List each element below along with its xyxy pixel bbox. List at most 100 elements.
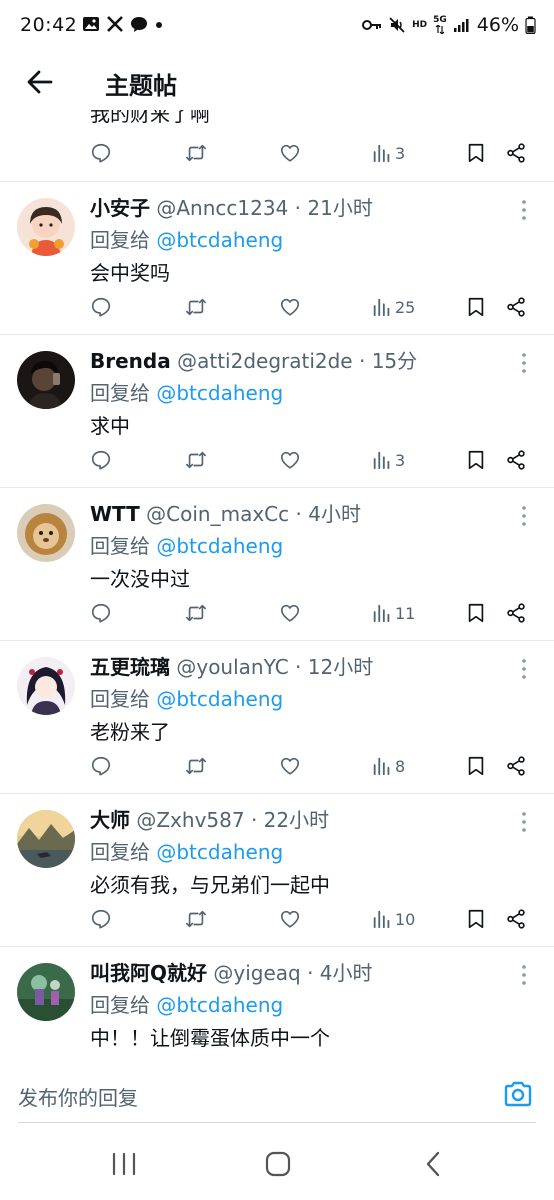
reply-item[interactable]: 五更琉璃 @youlanYC · 12小时 回复给 @btcdaheng 老粉来… — [0, 641, 554, 794]
partial-reply-text: 我的财来了啊 — [90, 110, 210, 126]
camera-button[interactable] — [502, 1078, 534, 1110]
reply-button[interactable] — [90, 294, 112, 320]
reply-item[interactable]: 叫我阿Q就好 @yigeaq · 4小时 回复给 @btcdaheng 中！！让… — [0, 947, 554, 1060]
author-handle[interactable]: @Anncc1234 — [156, 196, 288, 220]
bookmark-icon — [468, 756, 484, 776]
retweet-button[interactable] — [185, 447, 207, 473]
author-name[interactable]: 小安子 — [90, 196, 150, 220]
author-name[interactable]: 五更琉璃 — [90, 655, 170, 679]
reply-feed[interactable]: 我的财来了啊 3 小安子 @Anncc1234 · 21小时 回复给 @btcd… — [0, 110, 554, 1060]
avatar[interactable] — [17, 810, 75, 868]
views-button[interactable]: 3 — [371, 447, 405, 473]
recents-button[interactable] — [104, 1147, 144, 1181]
avatar[interactable] — [17, 504, 75, 562]
reply-button[interactable] — [90, 140, 112, 166]
reply-item[interactable]: WTT @Coin_maxCc · 4小时 回复给 @btcdaheng 一次没… — [0, 488, 554, 641]
reply-icon — [91, 143, 111, 163]
recents-icon — [112, 1152, 136, 1176]
author-handle[interactable]: @Coin_maxCc — [146, 502, 289, 526]
mention-link[interactable]: @btcdaheng — [156, 534, 283, 558]
key-icon — [362, 20, 382, 30]
reply-input[interactable]: 发布你的回复 — [18, 1082, 138, 1111]
more-options-button[interactable] — [516, 657, 532, 681]
share-button[interactable] — [505, 906, 527, 932]
author-name[interactable]: WTT — [90, 502, 140, 526]
more-options-button[interactable] — [516, 351, 532, 375]
reply-text: 老粉来了 — [90, 720, 170, 744]
retweet-button[interactable] — [185, 294, 207, 320]
author-handle[interactable]: @youlanYC — [176, 655, 288, 679]
reply-item[interactable]: Brenda @atti2degrati2de · 15分 回复给 @btcda… — [0, 335, 554, 488]
views-count: 10 — [395, 909, 416, 929]
like-button[interactable] — [279, 906, 301, 932]
post-time: 4小时 — [308, 502, 361, 526]
avatar[interactable] — [17, 351, 75, 409]
more-options-button[interactable] — [516, 810, 532, 834]
mention-link[interactable]: @btcdaheng — [156, 687, 283, 711]
share-button[interactable] — [505, 447, 527, 473]
avatar[interactable] — [17, 198, 75, 256]
system-nav-bar — [0, 1125, 554, 1200]
views-icon — [373, 910, 390, 929]
views-count: 3 — [395, 143, 406, 163]
bookmark-button[interactable] — [465, 753, 487, 779]
back-button[interactable] — [22, 64, 58, 100]
views-button[interactable]: 3 — [371, 140, 405, 166]
home-button[interactable] — [258, 1147, 298, 1181]
back-nav-button[interactable] — [414, 1147, 454, 1181]
reply-header: WTT @Coin_maxCc · 4小时 — [90, 498, 361, 527]
reply-button[interactable] — [90, 447, 112, 473]
reply-header: 小安子 @Anncc1234 · 21小时 — [90, 192, 373, 221]
mention-link[interactable]: @btcdaheng — [156, 228, 283, 252]
avatar-image — [17, 504, 75, 562]
top-app-bar: 主题帖 — [0, 54, 554, 110]
reply-header: 五更琉璃 @youlanYC · 12小时 — [90, 651, 373, 680]
like-button[interactable] — [279, 753, 301, 779]
bookmark-button[interactable] — [465, 600, 487, 626]
author-handle[interactable]: @yigeaq — [213, 961, 300, 985]
reply-button[interactable] — [90, 600, 112, 626]
more-options-button[interactable] — [516, 198, 532, 222]
views-button[interactable]: 8 — [371, 753, 405, 779]
bookmark-button[interactable] — [465, 294, 487, 320]
post-time: 21小时 — [307, 196, 373, 220]
reply-button[interactable] — [90, 906, 112, 932]
mention-link[interactable]: @btcdaheng — [156, 381, 283, 405]
mention-link[interactable]: @btcdaheng — [156, 993, 283, 1017]
author-name[interactable]: Brenda — [90, 349, 171, 373]
reply-item[interactable]: 大师 @Zxhv587 · 22小时 回复给 @btcdaheng 必须有我，与… — [0, 794, 554, 947]
like-button[interactable] — [279, 140, 301, 166]
retweet-button[interactable] — [185, 140, 207, 166]
home-icon — [265, 1151, 291, 1177]
author-name[interactable]: 叫我阿Q就好 — [90, 961, 207, 985]
retweet-button[interactable] — [185, 906, 207, 932]
avatar[interactable] — [17, 657, 75, 715]
avatar-image — [17, 198, 75, 256]
views-button[interactable]: 11 — [371, 600, 415, 626]
retweet-button[interactable] — [185, 753, 207, 779]
retweet-button[interactable] — [185, 600, 207, 626]
share-button[interactable] — [505, 294, 527, 320]
like-button[interactable] — [279, 294, 301, 320]
avatar[interactable] — [17, 963, 75, 1021]
more-options-button[interactable] — [516, 504, 532, 528]
author-handle[interactable]: @Zxhv587 — [136, 808, 244, 832]
mention-link[interactable]: @btcdaheng — [156, 840, 283, 864]
like-button[interactable] — [279, 447, 301, 473]
bookmark-button[interactable] — [465, 447, 487, 473]
views-button[interactable]: 25 — [371, 294, 415, 320]
share-button[interactable] — [505, 600, 527, 626]
bookmark-button[interactable] — [465, 140, 487, 166]
author-handle[interactable]: @atti2degrati2de — [177, 349, 353, 373]
separator-dot: · — [250, 808, 258, 832]
bookmark-button[interactable] — [465, 906, 487, 932]
like-button[interactable] — [279, 600, 301, 626]
reply-button[interactable] — [90, 753, 112, 779]
views-button[interactable]: 10 — [371, 906, 415, 932]
reply-item[interactable]: 小安子 @Anncc1234 · 21小时 回复给 @btcdaheng 会中奖… — [0, 182, 554, 335]
author-name[interactable]: 大师 — [90, 808, 130, 832]
share-button[interactable] — [505, 753, 527, 779]
share-button[interactable] — [505, 140, 527, 166]
partial-reply[interactable]: 我的财来了啊 3 — [0, 110, 554, 182]
more-options-button[interactable] — [516, 963, 532, 987]
